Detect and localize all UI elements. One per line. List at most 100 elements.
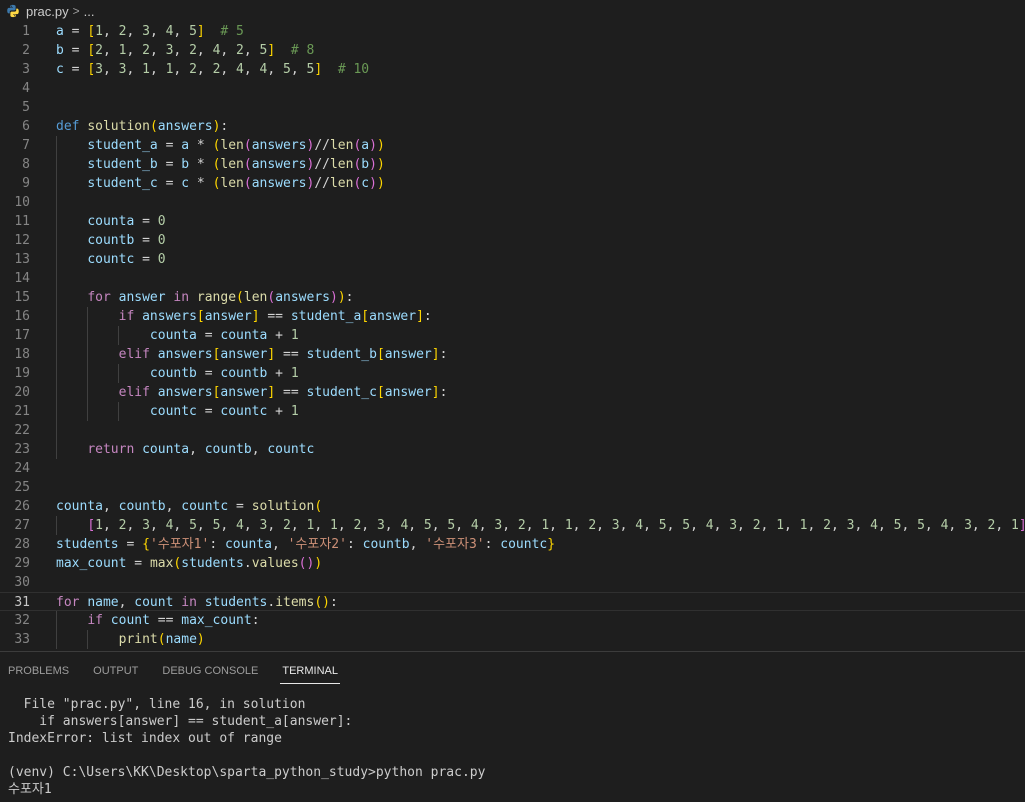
line-number: 11 bbox=[14, 214, 30, 229]
code-token: a bbox=[56, 24, 64, 39]
code-token: in bbox=[173, 290, 190, 305]
code-text: c = [3, 3, 1, 1, 2, 2, 4, 4, 5, 5] # 10 bbox=[56, 60, 369, 79]
code-line[interactable]: 13 countc = 0 bbox=[0, 250, 1025, 269]
code-token: [ bbox=[196, 309, 205, 324]
code-line[interactable]: 15 for answer in range(len(answers)): bbox=[0, 288, 1025, 307]
code-token: answers bbox=[142, 309, 197, 324]
code-token: ] bbox=[1019, 518, 1025, 533]
code-token: = bbox=[196, 404, 221, 419]
code-line[interactable]: 18 elif answers[answer] == student_b[ans… bbox=[0, 345, 1025, 364]
code-token: 5 bbox=[189, 518, 197, 533]
code-text: elif answers[answer] == student_c[answer… bbox=[56, 383, 448, 402]
code-line[interactable]: 16 if answers[answer] == student_a[answe… bbox=[0, 307, 1025, 326]
code-line[interactable]: 27 [1, 2, 3, 4, 5, 5, 4, 3, 2, 1, 1, 2, … bbox=[0, 516, 1025, 535]
code-token: , bbox=[243, 62, 260, 77]
code-token: ( bbox=[314, 595, 323, 610]
code-line[interactable]: 11 counta = 0 bbox=[0, 212, 1025, 231]
code-line[interactable]: 22 bbox=[0, 421, 1025, 440]
line-number: 28 bbox=[14, 537, 30, 552]
code-token: 2 bbox=[283, 518, 291, 533]
code-text: student_a = a * (len(answers)//len(a)) bbox=[56, 136, 384, 155]
code-line[interactable]: 14 bbox=[0, 269, 1025, 288]
code-line[interactable]: 9 student_c = c * (len(answers)//len(c)) bbox=[0, 174, 1025, 193]
code-token: len bbox=[220, 157, 244, 172]
terminal-line: 수포자1 bbox=[8, 782, 52, 797]
code-token: '수포자1' bbox=[149, 537, 210, 552]
breadcrumb-file[interactable]: prac.py bbox=[26, 4, 69, 19]
code-text: max_count = max(students.values()) bbox=[56, 554, 322, 573]
tab-problems[interactable]: PROBLEMS bbox=[0, 652, 81, 684]
indent-guide bbox=[56, 516, 57, 535]
code-token: , bbox=[619, 518, 636, 533]
tab-terminal[interactable]: TERMINAL bbox=[270, 652, 350, 684]
code-token: name bbox=[87, 595, 119, 610]
code-line[interactable]: 25 bbox=[0, 478, 1025, 497]
terminal-line: (venv) C:\Users\KK\Desktop\sparta_python… bbox=[8, 765, 486, 780]
code-token: 3 bbox=[729, 518, 738, 533]
terminal-line: if answers[answer] == student_a[answer]: bbox=[8, 714, 353, 729]
code-token: , bbox=[525, 518, 542, 533]
code-line[interactable]: 8 student_b = b * (len(answers)//len(b)) bbox=[0, 155, 1025, 174]
code-line[interactable]: 6 def solution(answers): bbox=[0, 117, 1025, 136]
code-line[interactable]: 28 students = {'수포자1': counta, '수포자2': co… bbox=[0, 535, 1025, 554]
code-line[interactable]: 12 countb = 0 bbox=[0, 231, 1025, 250]
line-number: 17 bbox=[14, 328, 30, 343]
code-line[interactable]: 32 if count == max_count: bbox=[0, 611, 1025, 630]
code-token: ] bbox=[267, 347, 276, 362]
code-token: answer bbox=[204, 309, 252, 324]
code-token: ( bbox=[267, 290, 276, 305]
code-token: = bbox=[126, 556, 150, 571]
code-line[interactable]: 3c = [3, 3, 1, 1, 2, 2, 4, 4, 5, 5] # 10 bbox=[0, 60, 1025, 79]
code-token: def bbox=[56, 119, 80, 134]
code-line[interactable]: 20 elif answers[answer] == student_c[ans… bbox=[0, 383, 1025, 402]
code-line[interactable]: 5 bbox=[0, 98, 1025, 117]
code-line[interactable]: 10 bbox=[0, 193, 1025, 212]
code-token: * bbox=[189, 176, 213, 191]
code-line[interactable]: 17 counta = counta + 1 bbox=[0, 326, 1025, 345]
code-line[interactable]: 30 bbox=[0, 573, 1025, 592]
code-line[interactable]: 31 for name, count in students.items(): bbox=[0, 592, 1025, 611]
code-line[interactable]: 7 student_a = a * (len(answers)//len(a)) bbox=[0, 136, 1025, 155]
code-token: counta bbox=[87, 214, 135, 229]
code-text: b = [2, 1, 2, 3, 2, 4, 2, 5] # 8 bbox=[56, 41, 314, 60]
line-number: 20 bbox=[14, 385, 30, 400]
code-token: , bbox=[173, 62, 190, 77]
code-line[interactable]: 4 bbox=[0, 79, 1025, 98]
tab-output[interactable]: OUTPUT bbox=[81, 652, 150, 684]
code-text: if count == max_count: bbox=[56, 611, 259, 630]
code-token: # 5 bbox=[220, 24, 244, 39]
code-line[interactable]: 23 return counta, countb, countc bbox=[0, 440, 1025, 459]
terminal-output[interactable]: File "prac.py", line 16, in solution if … bbox=[8, 696, 485, 798]
code-token: ] bbox=[196, 24, 205, 39]
breadcrumb-more[interactable]: ... bbox=[84, 4, 95, 19]
code-token: 1 bbox=[329, 518, 338, 533]
code-token: ( bbox=[157, 632, 166, 647]
code-token: counta bbox=[224, 537, 272, 552]
code-token: ) bbox=[329, 290, 338, 305]
code-token: len bbox=[220, 138, 244, 153]
code-token: len bbox=[329, 176, 354, 191]
line-number: 9 bbox=[22, 176, 30, 191]
code-line[interactable]: 33 print(name) bbox=[0, 630, 1025, 649]
code-line[interactable]: 2b = [2, 1, 2, 3, 2, 4, 2, 5] # 8 bbox=[0, 41, 1025, 60]
line-number: 22 bbox=[14, 423, 30, 438]
code-token: countb bbox=[87, 233, 135, 248]
code-line[interactable]: 19 countb = countb + 1 bbox=[0, 364, 1025, 383]
code-token: = bbox=[157, 157, 182, 172]
code-line[interactable]: 29 max_count = max(students.values()) bbox=[0, 554, 1025, 573]
code-token: = bbox=[134, 252, 158, 267]
code-line[interactable]: 26 counta, countb, countc = solution( bbox=[0, 497, 1025, 516]
code-token: countc bbox=[267, 442, 315, 457]
code-token: c bbox=[361, 176, 370, 191]
code-editor[interactable]: 1a = [1, 2, 3, 4, 5] # 52b = [2, 1, 2, 3… bbox=[0, 22, 1025, 651]
code-token: , bbox=[455, 518, 471, 533]
code-line[interactable]: 21 countc = countc + 1 bbox=[0, 402, 1025, 421]
code-token: [ bbox=[87, 43, 96, 58]
tab-debug-console[interactable]: DEBUG CONSOLE bbox=[150, 652, 270, 684]
code-line[interactable]: 1a = [1, 2, 3, 4, 5] # 5 bbox=[0, 22, 1025, 41]
code-token: for bbox=[87, 290, 111, 305]
code-line[interactable]: 24 bbox=[0, 459, 1025, 478]
code-token: students bbox=[56, 537, 119, 552]
